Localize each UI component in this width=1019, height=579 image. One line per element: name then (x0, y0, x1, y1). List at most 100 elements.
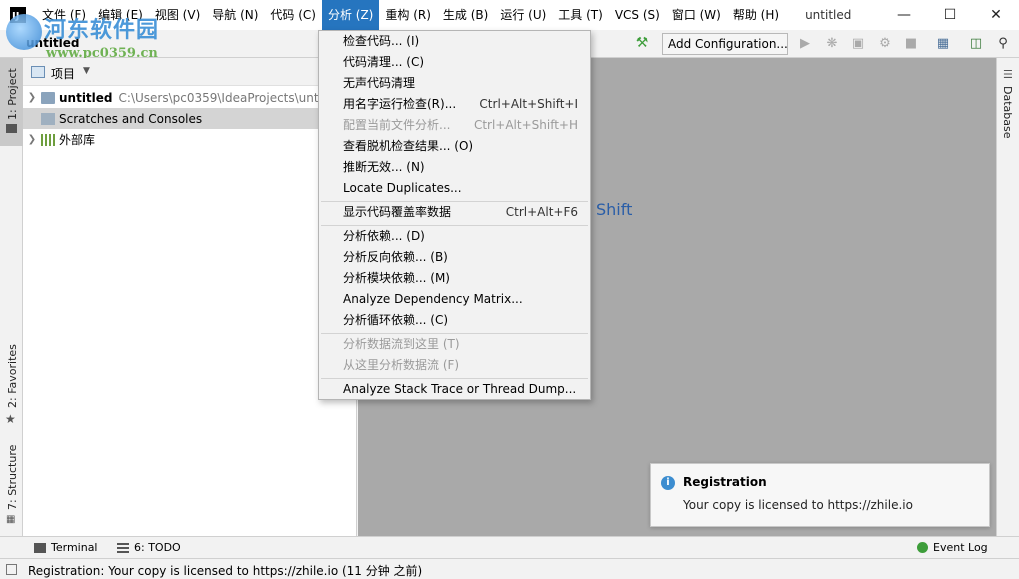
menu-item-dataflow-to-here: 分析数据流到这里 (T) (343, 337, 460, 351)
menu-navigate[interactable]: 导航 (N) (206, 0, 264, 30)
run-icon[interactable]: ▶ (797, 36, 813, 52)
close-icon[interactable]: ✕ (973, 0, 1019, 30)
tool-tab-database[interactable]: ☰ Database (997, 64, 1019, 140)
folder-icon (6, 124, 17, 133)
menu-help[interactable]: 帮助 (H) (727, 0, 785, 30)
menu-item-dataflow-from-here: 从这里分析数据流 (F) (343, 358, 460, 372)
menu-item-analyze-stack-trace[interactable]: Analyze Stack Trace or Thread Dump... (319, 379, 590, 400)
menu-item-locate-duplicates[interactable]: Locate Duplicates... (319, 178, 590, 199)
tool-tab-terminal[interactable]: Terminal (34, 541, 98, 554)
toggle-tool-windows-icon[interactable] (6, 564, 17, 575)
menu-view[interactable]: 视图 (V) (149, 0, 206, 30)
tree-item-label: Scratches and Consoles (59, 111, 203, 126)
breadcrumb-project[interactable]: untitled (26, 36, 80, 50)
project-view-icon (31, 66, 45, 78)
tool-tab-event-log-label: Event Log (933, 541, 988, 554)
todo-list-icon (117, 542, 129, 553)
menu-item-analyze-dependency-matrix[interactable]: Analyze Dependency Matrix... (319, 289, 590, 310)
menu-item-shortcut: Ctrl+Alt+Shift+I (479, 97, 578, 111)
left-tool-strip: 1: Project 2: Favorites ★ 7: Structure ▦ (0, 58, 23, 536)
menu-refactor[interactable]: 重构 (R) (379, 0, 437, 30)
menu-item-inspect-code[interactable]: 检查代码... (I) (319, 31, 590, 52)
status-bar: Registration: Your copy is licensed to h… (0, 558, 1019, 579)
terminal-icon (34, 542, 46, 553)
menu-build[interactable]: 生成 (B) (437, 0, 494, 30)
event-log-icon (917, 542, 928, 553)
tool-tab-structure-label: 7: Structure (6, 444, 19, 510)
maximize-icon[interactable]: ☐ (927, 0, 973, 30)
build-hammer-icon[interactable]: ⚒ (633, 35, 651, 53)
terminal-window-icon[interactable]: ◫ (968, 36, 984, 52)
intellij-logo-icon[interactable]: IJ (10, 7, 26, 23)
chevron-down-icon[interactable]: ▼ (83, 66, 90, 76)
coverage-icon[interactable]: ▣ (850, 36, 866, 52)
window-title: untitled (805, 8, 852, 22)
tree-item-scratches[interactable]: Scratches and Consoles (23, 108, 357, 129)
tree-item-label: untitled (59, 90, 113, 105)
menu-item-analyze-backward-dependencies[interactable]: 分析反向依赖... (B) (319, 247, 590, 268)
menu-item-run-inspection-by-name[interactable]: 用名字运行检查(R)... Ctrl+Alt+Shift+I (319, 94, 590, 115)
title-menu-bar: IJ 文件 (F) 编辑 (E) 视图 (V) 导航 (N) 代码 (C) 分析… (0, 0, 1019, 30)
tool-tab-todo-label: 6: TODO (134, 541, 181, 554)
library-icon (41, 133, 55, 146)
debug-icon[interactable]: ❋ (824, 36, 840, 52)
menu-item-show-coverage-data[interactable]: 显示代码覆盖率数据 Ctrl+Alt+F6 (319, 202, 590, 223)
tree-item-project-root[interactable]: ❯ untitled C:\Users\pc0359\IdeaProjects\… (23, 87, 357, 108)
structure-icon: ▦ (6, 514, 16, 525)
notification-body: Your copy is licensed to https://zhile.i… (683, 498, 913, 512)
menu-item-shortcut: Ctrl+Alt+F6 (505, 205, 578, 219)
menu-tools[interactable]: 工具 (T) (552, 0, 609, 30)
tool-tab-project[interactable]: 1: Project (0, 58, 23, 146)
chevron-right-icon[interactable]: ❯ (23, 92, 41, 103)
registration-notification[interactable]: i Registration Your copy is licensed to … (650, 463, 990, 527)
project-panel-header: 项目 ▼ ⚙ (23, 58, 356, 86)
right-tool-strip: ☰ Database (996, 58, 1019, 536)
tool-tab-event-log[interactable]: Event Log (917, 541, 988, 554)
menu-analyze[interactable]: 分析 (Z) (321, 0, 380, 30)
tool-tab-favorites[interactable]: 2: Favorites ★ (0, 344, 23, 426)
project-structure-icon[interactable]: ▦ (935, 36, 951, 52)
tool-tab-favorites-label: 2: Favorites (6, 344, 19, 408)
status-message[interactable]: Registration: Your copy is licensed to h… (28, 562, 422, 579)
menu-item-code-cleanup[interactable]: 代码清理... (C) (319, 52, 590, 73)
stop-icon[interactable]: ■ (903, 36, 919, 52)
menu-run[interactable]: 运行 (U) (494, 0, 552, 30)
tool-tab-project-label: 1: Project (6, 68, 19, 120)
tree-item-path: C:\Users\pc0359\IdeaProjects\untitled (118, 90, 345, 105)
tree-item-external-libraries[interactable]: ❯ 外部库 (23, 129, 357, 150)
analyze-menu-dropdown: 检查代码... (I) 代码清理... (C) 无声代码清理 用名字运行检查(R… (318, 30, 591, 400)
tool-tab-structure[interactable]: 7: Structure ▦ (0, 442, 23, 528)
menu-item-configure-current-file-analysis: 配置当前文件分析... Ctrl+Alt+Shift+H (319, 115, 590, 136)
scratches-icon (41, 112, 55, 125)
editor-hint-text: Shift (596, 200, 633, 219)
add-configuration-button[interactable]: Add Configuration... (662, 33, 788, 55)
menu-item-analyze-dependencies[interactable]: 分析依赖... (D) (319, 226, 590, 247)
project-view-selector[interactable]: 项目 (51, 65, 75, 82)
star-icon: ★ (5, 412, 16, 426)
menu-code[interactable]: 代码 (C) (264, 0, 322, 30)
module-folder-icon (41, 91, 55, 104)
menu-item-shortcut: Ctrl+Alt+Shift+H (473, 118, 578, 132)
info-icon: i (661, 476, 675, 490)
tool-tab-database-label: Database (1001, 86, 1014, 139)
chevron-right-icon[interactable]: ❯ (23, 134, 41, 145)
search-icon[interactable]: ⚲ (995, 36, 1011, 52)
tool-tab-todo[interactable]: 6: TODO (117, 541, 181, 554)
tree-item-label: 外部库 (59, 133, 96, 147)
database-icon: ☰ (1003, 68, 1013, 81)
profile-icon[interactable]: ⚙ (877, 36, 893, 52)
menu-item-view-offline-results[interactable]: 查看脱机检查结果... (O) (319, 136, 590, 157)
menu-item-analyze-module-dependencies[interactable]: 分析模块依赖... (M) (319, 268, 590, 289)
window-controls: — ☐ ✕ (881, 0, 1019, 30)
menu-item-analyze-cyclic-dependencies[interactable]: 分析循环依赖... (C) (319, 310, 590, 331)
minimize-icon[interactable]: — (881, 0, 927, 30)
bottom-tool-bar: Terminal 6: TODO Event Log (0, 536, 1019, 558)
menu-window[interactable]: 窗口 (W) (666, 0, 727, 30)
menu-edit[interactable]: 编辑 (E) (92, 0, 149, 30)
tool-tab-terminal-label: Terminal (51, 541, 98, 554)
menu-item-silent-cleanup[interactable]: 无声代码清理 (319, 73, 590, 94)
notification-title: Registration (683, 475, 767, 489)
menu-file[interactable]: 文件 (F) (36, 0, 92, 30)
menu-item-infer-nullity[interactable]: 推断无效... (N) (319, 157, 590, 178)
menu-vcs[interactable]: VCS (S) (609, 0, 666, 30)
